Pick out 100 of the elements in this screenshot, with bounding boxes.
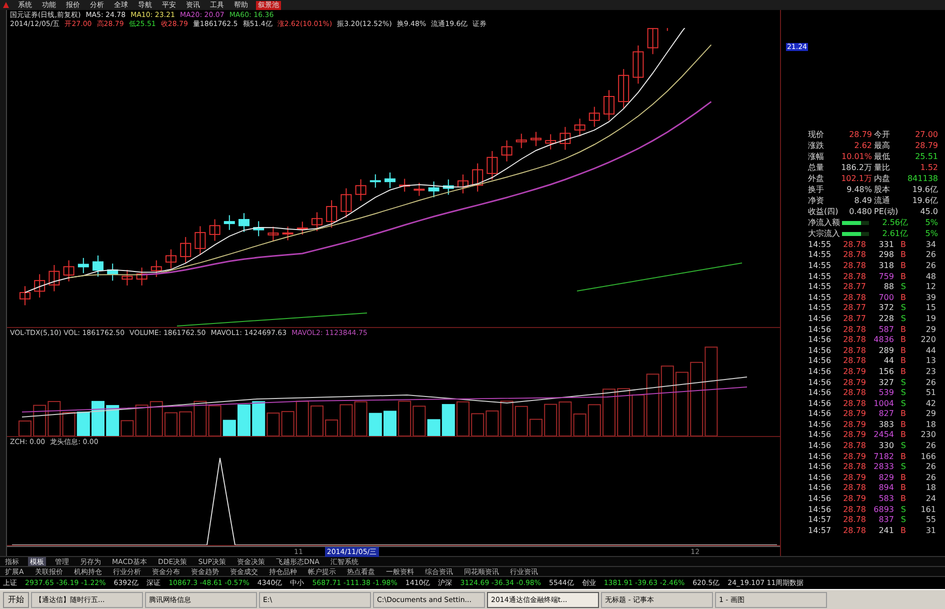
trade-volume: 383 xyxy=(878,420,894,429)
trade-time: 14:56 xyxy=(808,441,832,450)
trade-time: 14:56 xyxy=(808,335,832,344)
trade-time: 14:56 xyxy=(808,346,832,355)
quote-value: 2.62 xyxy=(853,141,873,150)
trade-volume: 330 xyxy=(878,441,894,450)
quote-value: 10.01% xyxy=(840,152,873,161)
trade-count: 26 xyxy=(924,250,936,260)
trade-time: 14:56 xyxy=(808,430,832,440)
candle xyxy=(647,28,658,55)
trade-time: 14:55 xyxy=(808,292,832,302)
trade-time: 14:55 xyxy=(808,303,832,312)
trade-price: 28.79 xyxy=(842,409,866,418)
quote-label: 最高 xyxy=(874,140,891,151)
trade-price: 28.78 xyxy=(842,346,866,355)
quote-label: 总量 xyxy=(808,162,825,173)
candle xyxy=(78,257,89,274)
trade-count: 26 xyxy=(924,472,936,482)
trade-side: B xyxy=(900,272,906,281)
trade-time: 14:56 xyxy=(808,378,832,387)
trade-volume: 700 xyxy=(878,292,894,302)
trade-price: 28.79 xyxy=(842,472,866,482)
candle xyxy=(574,118,586,137)
quote-value: 102.1万 xyxy=(840,173,873,184)
trade-side: S xyxy=(900,388,906,398)
trade-side: B xyxy=(900,526,906,535)
trade-volume: 539 xyxy=(878,388,894,398)
volume-bar xyxy=(194,400,207,436)
trade-count: 26 xyxy=(924,462,936,472)
candle xyxy=(136,267,148,286)
trade-volume: 837 xyxy=(878,515,894,524)
trade-side: B xyxy=(900,409,906,418)
trade-volume: 7182 xyxy=(872,452,894,461)
candle xyxy=(545,134,556,150)
trade-volume: 372 xyxy=(878,303,894,312)
candle xyxy=(253,220,264,237)
trade-volume: 156 xyxy=(878,366,894,376)
candle xyxy=(355,178,366,202)
volume-bar xyxy=(544,404,558,436)
volume-bar xyxy=(76,412,90,436)
volume-bar xyxy=(500,400,514,436)
trade-count: 166 xyxy=(920,452,936,461)
trade-count: 230 xyxy=(920,430,936,440)
trade-price: 28.78 xyxy=(842,250,866,260)
trade-volume: 583 xyxy=(878,494,894,504)
trade-price: 28.78 xyxy=(842,292,866,302)
trade-side: S xyxy=(900,441,906,450)
side-tab-strip[interactable] xyxy=(0,10,7,556)
trade-count: 51 xyxy=(924,388,936,398)
trade-volume: 318 xyxy=(878,260,894,270)
candle xyxy=(282,226,294,241)
trade-side: B xyxy=(900,420,906,429)
volume-bar xyxy=(398,400,412,436)
trade-side: B xyxy=(900,250,906,260)
candle xyxy=(194,226,206,256)
trade-volume: 2454 xyxy=(872,430,894,440)
trade-side: B xyxy=(900,292,906,302)
trade-price: 28.78 xyxy=(842,388,866,398)
trade-count: 19 xyxy=(924,314,936,323)
quote-label: 涨跌 xyxy=(808,140,825,151)
trade-price: 28.79 xyxy=(842,430,866,440)
quote-value: 9.48% xyxy=(846,185,873,194)
trade-volume: 4836 xyxy=(872,335,894,344)
flow-amount: 2.61亿 xyxy=(881,228,909,239)
trade-time: 14:56 xyxy=(808,366,832,376)
trade-volume: 44 xyxy=(882,356,894,366)
trade-side: B xyxy=(900,260,906,270)
trade-time: 14:56 xyxy=(808,452,832,461)
candle xyxy=(296,221,308,236)
trade-price: 28.78 xyxy=(842,526,866,535)
volume-bar xyxy=(486,410,499,436)
quote-label: 换手 xyxy=(808,184,825,195)
candle xyxy=(107,263,118,282)
candle xyxy=(209,218,220,242)
trade-time: 14:57 xyxy=(808,526,832,535)
quote-label: 外盘 xyxy=(808,173,825,184)
volume-bar xyxy=(164,412,178,436)
quote-label: 股本 xyxy=(874,184,891,195)
candle xyxy=(442,178,454,196)
trade-price: 28.78 xyxy=(842,483,866,492)
trade-price: 28.78 xyxy=(842,260,866,270)
trade-price: 28.78 xyxy=(842,324,866,334)
trade-volume: 289 xyxy=(878,346,894,355)
trade-volume: 2833 xyxy=(872,462,894,472)
candle xyxy=(238,212,250,233)
candle xyxy=(632,44,644,84)
candle xyxy=(312,212,322,232)
trade-count: 29 xyxy=(924,324,936,334)
quote-value: 27.00 xyxy=(914,130,939,139)
quote-label: 今开 xyxy=(874,129,891,140)
volume-bar xyxy=(238,404,250,436)
trade-time: 14:56 xyxy=(808,494,832,504)
quote-value: 19.6亿 xyxy=(911,184,939,195)
trade-time: 14:55 xyxy=(808,260,832,270)
flow-percent: 5% xyxy=(924,229,939,238)
start-button[interactable]: 开始 xyxy=(3,592,29,608)
trade-count: 55 xyxy=(924,515,936,524)
volume-bar xyxy=(62,412,76,436)
candle xyxy=(618,68,630,108)
trade-price: 28.77 xyxy=(842,314,866,323)
